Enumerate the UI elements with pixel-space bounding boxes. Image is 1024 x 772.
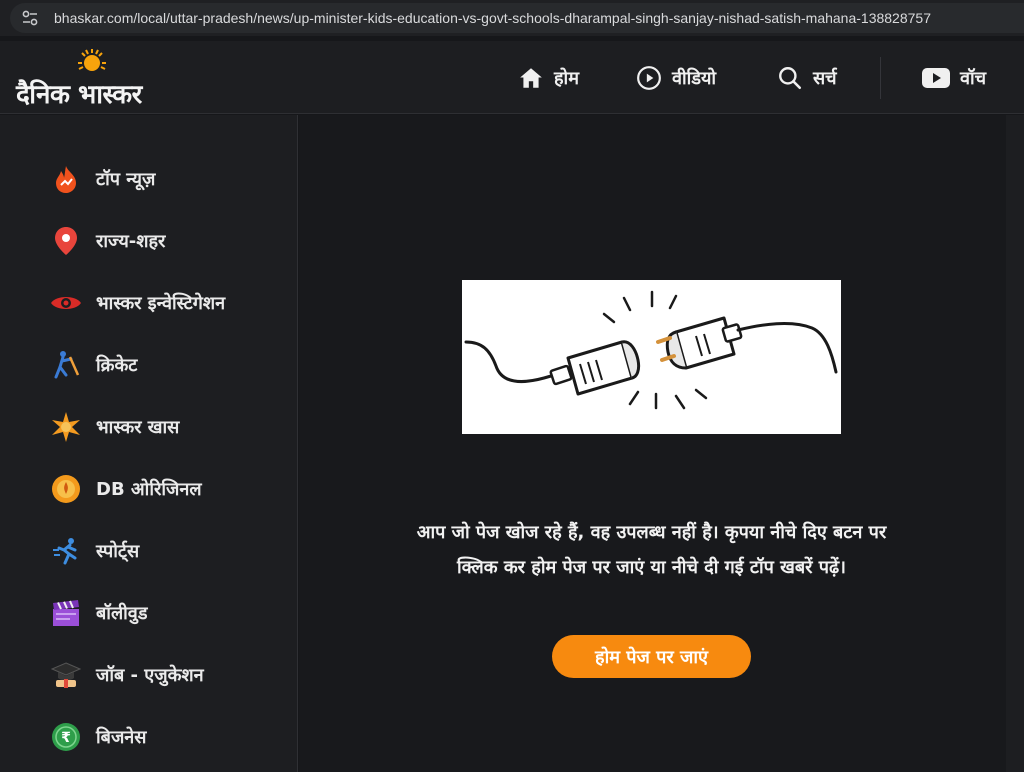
sidebar-item-job-education[interactable]: जॉब - एजुकेशन — [50, 657, 204, 693]
youtube-icon — [922, 68, 950, 88]
nav-home[interactable]: होम — [518, 63, 579, 93]
rupee-icon: ₹ — [50, 721, 82, 753]
sidebar-item-business[interactable]: ₹ बिजनेस — [50, 719, 146, 755]
nav-search-label: सर्च — [813, 68, 837, 89]
unplugged-cable-illustration — [462, 280, 841, 434]
nav-search[interactable]: सर्च — [777, 63, 837, 93]
sidebar-item-label: भास्कर खास — [96, 417, 180, 438]
sidebar-item-state-city[interactable]: राज्य-शहर — [50, 223, 165, 259]
sidebar-item-label: बॉलीवुड — [96, 603, 148, 624]
sidebar: टॉप न्यूज़ राज्य-शहर भास्कर इन्वेस्टिगेश… — [0, 115, 298, 772]
sidebar-item-label: टॉप न्यूज़ — [96, 169, 156, 190]
sidebar-item-label: क्रिकेट — [96, 355, 138, 376]
nav-watch-label: वॉच — [960, 68, 987, 89]
nav-video[interactable]: वीडियो — [636, 63, 716, 93]
address-field[interactable]: bhaskar.com/local/uttar-pradesh/news/up-… — [10, 3, 1024, 33]
nav-watch[interactable]: वॉच — [922, 63, 986, 93]
runner-icon — [50, 535, 82, 567]
sidebar-item-label: जॉब - एजुकेशन — [96, 665, 204, 686]
sidebar-item-investigation[interactable]: भास्कर इन्वेस्टिगेशन — [50, 285, 225, 321]
right-gutter — [1006, 115, 1024, 772]
nav-video-label: वीडियो — [672, 68, 717, 89]
main-content: आप जो पेज खोज रहे हैं, वह उपलब्ध नहीं है… — [299, 115, 1006, 772]
graduation-cap-icon — [50, 659, 82, 691]
sidebar-item-bhaskar-khas[interactable]: भास्कर खास — [50, 409, 179, 445]
sidebar-item-bollywood[interactable]: बॉलीवुड — [50, 595, 147, 631]
home-icon — [520, 68, 542, 88]
clapperboard-icon — [50, 597, 82, 629]
not-found-message: आप जो पेज खोज रहे हैं, वह उपलब्ध नहीं है… — [416, 522, 887, 578]
sidebar-item-label: DB ओरिजिनल — [96, 479, 202, 500]
search-icon — [779, 67, 802, 90]
sidebar-item-label: भास्कर इन्वेस्टिगेशन — [96, 293, 226, 314]
sidebar-item-top-news[interactable]: टॉप न्यूज़ — [50, 161, 155, 197]
browser-url-bar: bhaskar.com/local/uttar-pradesh/news/up-… — [0, 0, 1024, 36]
sidebar-item-label: स्पोर्ट्स — [96, 541, 140, 562]
cricket-icon — [50, 349, 82, 381]
db-original-icon — [50, 473, 82, 505]
play-circle-icon — [637, 66, 661, 90]
fire-icon — [50, 163, 82, 195]
location-pin-icon — [50, 225, 82, 257]
sidebar-item-db-original[interactable]: DB ओरिजिनल — [50, 471, 202, 507]
eye-icon — [50, 287, 82, 319]
sidebar-item-label: बिजनेस — [96, 727, 147, 748]
nav-divider — [880, 57, 881, 99]
svg-text:₹: ₹ — [61, 730, 71, 746]
sidebar-item-label: राज्य-शहर — [96, 231, 166, 252]
site-header: दैनिक भास्कर होम वीडियो सर्च वॉच — [0, 41, 1024, 114]
site-logo[interactable]: दैनिक भास्कर — [14, 49, 179, 110]
logo-text: दैनिक भास्कर — [16, 80, 142, 110]
sidebar-item-sports[interactable]: स्पोर्ट्स — [50, 533, 139, 569]
site-settings-icon[interactable] — [20, 8, 40, 28]
nav-home-label: होम — [554, 68, 579, 89]
sidebar-item-cricket[interactable]: क्रिकेट — [50, 347, 137, 383]
star-burst-icon — [50, 411, 82, 443]
url-text: bhaskar.com/local/uttar-pradesh/news/up-… — [54, 10, 931, 26]
go-home-button[interactable]: होम पेज पर जाएं — [552, 635, 751, 678]
